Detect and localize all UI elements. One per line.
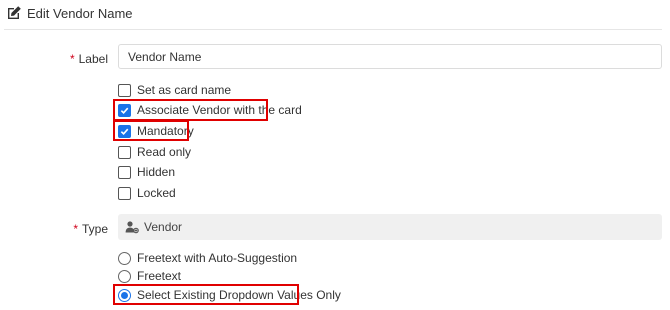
checkbox-locked[interactable]: Locked	[118, 185, 176, 201]
radio-circle[interactable]	[118, 288, 131, 302]
type-field-value: Vendor	[144, 220, 183, 234]
checkbox-label: Mandatory	[137, 124, 194, 138]
label-field-label: * Label	[70, 52, 108, 66]
radio-select-existing-dropdown[interactable]: Select Existing Dropdown Values Only	[118, 287, 341, 303]
type-field-label-text: Type	[81, 222, 108, 236]
radio-label: Select Existing Dropdown Values Only	[137, 288, 341, 302]
checkbox-box[interactable]	[118, 103, 131, 117]
checkbox-associate-vendor[interactable]: Associate Vendor with the card	[118, 102, 302, 118]
radio-dot	[121, 291, 128, 299]
required-marker: *	[73, 222, 78, 236]
checkbox-hidden[interactable]: Hidden	[118, 164, 175, 180]
checkbox-box[interactable]	[118, 145, 131, 159]
type-field-label: * Type	[73, 222, 108, 236]
vendor-user-icon	[125, 220, 139, 234]
checkbox-mandatory[interactable]: Mandatory	[118, 123, 194, 139]
label-field-label-text: Label	[78, 52, 108, 66]
radio-label: Freetext	[137, 269, 182, 283]
header-divider	[4, 29, 662, 30]
required-marker: *	[69, 52, 75, 66]
radio-freetext[interactable]: Freetext	[118, 268, 181, 284]
checkbox-set-as-card-name[interactable]: Set as card name	[118, 82, 231, 98]
radio-label: Freetext with Auto-Suggestion	[137, 251, 298, 265]
checkbox-box[interactable]	[118, 124, 131, 138]
dialog-title: Edit Vendor Name	[27, 5, 133, 21]
dialog-header: Edit Vendor Name	[6, 4, 133, 22]
radio-freetext-auto-suggestion[interactable]: Freetext with Auto-Suggestion	[118, 250, 297, 266]
label-input[interactable]	[118, 44, 662, 69]
checkbox-label: Hidden	[137, 165, 176, 179]
checkbox-label: Set as card name	[137, 83, 232, 97]
checkbox-box[interactable]	[118, 186, 131, 200]
checkbox-label: Read only	[137, 145, 192, 159]
checkbox-read-only[interactable]: Read only	[118, 144, 191, 160]
type-field: Vendor	[118, 214, 662, 240]
radio-circle[interactable]	[118, 269, 131, 283]
edit-icon	[6, 5, 22, 21]
checkbox-label: Locked	[137, 186, 176, 200]
checkbox-box[interactable]	[118, 83, 131, 97]
radio-circle[interactable]	[118, 251, 131, 265]
checkbox-box[interactable]	[118, 165, 131, 179]
checkbox-label: Associate Vendor with the card	[137, 103, 302, 117]
